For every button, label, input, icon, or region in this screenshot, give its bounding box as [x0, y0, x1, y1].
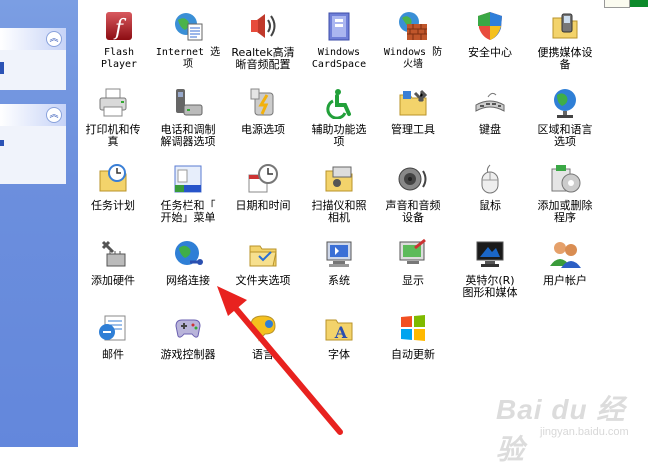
watermark-sub-text: jingyan.baidu.com — [540, 426, 629, 438]
baidu-watermark: Bai du 经验 jingyan.baidu.com — [496, 388, 646, 465]
red-arrow-annotation — [217, 286, 343, 435]
